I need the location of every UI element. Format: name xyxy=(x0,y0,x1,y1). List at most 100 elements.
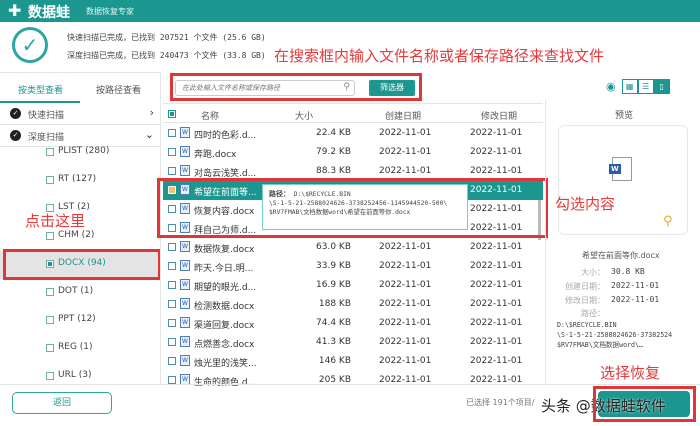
checkbox[interactable] xyxy=(46,260,54,268)
cell: 2022-11-01 xyxy=(470,356,523,366)
zoom-icon[interactable]: ⚲ xyxy=(663,214,673,229)
docx-file-icon: W xyxy=(180,203,190,214)
table-header: 名称 大小 创建日期 修改日期 xyxy=(163,103,543,123)
table-row[interactable]: W 数据恢复.docx 63.0 KB 2022-11-01 2022-11-01 xyxy=(163,238,543,257)
table-row[interactable]: W 奔跑.docx 79.2 KB 2022-11-01 2022-11-01 xyxy=(163,143,543,162)
filetype-item[interactable]: DOCX (94) xyxy=(0,251,160,279)
title-bar: ✚ 数据蛙 数据恢复专家 xyxy=(0,0,700,22)
checkbox[interactable] xyxy=(168,319,176,327)
table-row[interactable]: W 期望的眼光.d... 16.9 KB 2022-11-01 2022-11-01 xyxy=(163,276,543,295)
cell: 2022-11-01 xyxy=(379,242,432,252)
filetype-item[interactable]: DOT (1) xyxy=(0,279,160,307)
table-row[interactable]: W 检测数据.docx 188 KB 2022-11-01 2022-11-01 xyxy=(163,295,543,314)
cell: 146 KB xyxy=(318,356,351,366)
filetype-item[interactable]: PLIST (280) xyxy=(0,139,160,167)
annotation-check: 勾选内容 xyxy=(555,195,616,213)
cell: 2022-11-01 xyxy=(379,166,432,176)
cell: 数据恢复.docx xyxy=(194,245,255,255)
docx-file-icon: W xyxy=(180,317,190,328)
cell: 检测数据.docx xyxy=(194,302,255,312)
cell: 2022-11-01 xyxy=(470,242,523,252)
checkbox[interactable] xyxy=(46,288,54,296)
checkbox[interactable] xyxy=(168,205,176,213)
check-icon: ✓ xyxy=(10,108,21,119)
docx-file-icon: W xyxy=(180,222,190,233)
checkbox[interactable] xyxy=(168,281,176,289)
cell: 对岛云浅笑.d... xyxy=(194,169,257,179)
search-icon[interactable]: ⚲ xyxy=(343,82,350,92)
table-row[interactable]: W 烛光里的浅笑... 146 KB 2022-11-01 2022-11-01 xyxy=(163,352,543,371)
search-box[interactable]: ⚲ xyxy=(175,80,355,96)
detail-view-icon[interactable]: ▯ xyxy=(653,79,670,94)
grid-view-icon[interactable]: ▦ xyxy=(621,79,638,94)
select-all-checkbox[interactable] xyxy=(168,110,176,118)
checkbox[interactable] xyxy=(168,129,176,137)
filetype-item[interactable]: PPT (12) xyxy=(0,307,160,335)
col-modified[interactable]: 修改日期 xyxy=(481,109,517,122)
selection-info: 已选择 191个项目/ xyxy=(466,398,535,407)
tab-by-type[interactable]: 按类型查看 xyxy=(18,83,63,96)
checkbox[interactable] xyxy=(168,186,176,194)
annotation-click: 点击这里 xyxy=(25,212,86,230)
divider xyxy=(160,72,161,384)
cell: 2022-11-01 xyxy=(379,128,432,138)
cell: 2022-11-01 xyxy=(379,280,432,290)
checkbox[interactable] xyxy=(46,344,54,352)
checkbox[interactable] xyxy=(46,372,54,380)
checkbox[interactable] xyxy=(168,338,176,346)
eye-icon[interactable]: ◉ xyxy=(606,80,616,93)
table-row[interactable]: W 点燃善念.docx 41.3 KB 2022-11-01 2022-11-01 xyxy=(163,333,543,352)
cell: 2022-11-01 xyxy=(470,147,523,157)
watermark: 头条 @数据蛙软件 xyxy=(541,397,666,415)
scan-complete-check-icon: ✓ xyxy=(12,27,48,63)
cell: 2022-11-01 xyxy=(470,299,523,309)
filter-button[interactable]: 筛选器 xyxy=(369,80,415,96)
col-name[interactable]: 名称 xyxy=(201,109,219,122)
brand-name: 数据蛙 xyxy=(28,5,70,21)
checkbox[interactable] xyxy=(168,243,176,251)
checkbox[interactable] xyxy=(168,148,176,156)
annotation-recover: 选择恢复 xyxy=(600,364,661,382)
filetype-item[interactable]: RT (127) xyxy=(0,167,160,195)
checkbox[interactable] xyxy=(168,357,176,365)
checkbox[interactable] xyxy=(168,376,176,384)
cell: 奔跑.docx xyxy=(194,150,237,160)
quick-scan-status: 快速扫描已完成，已找到 207521 个文件 (25.6 GB) xyxy=(67,33,266,42)
docx-file-icon: W xyxy=(180,298,190,309)
cell: 74.4 KB xyxy=(316,318,351,328)
scrollbar[interactable] xyxy=(538,200,541,240)
table-row[interactable]: W 渠道回复.docx 74.4 KB 2022-11-01 2022-11-01 xyxy=(163,314,543,333)
docx-file-icon: W xyxy=(180,260,190,271)
docx-file-icon: W xyxy=(180,336,190,347)
checkbox[interactable] xyxy=(168,224,176,232)
list-view-icon[interactable]: ☰ xyxy=(637,79,654,94)
checkbox[interactable] xyxy=(168,167,176,175)
cell: 2022-11-01 xyxy=(470,204,523,214)
table-row[interactable]: W 昨天.今日.明... 33.9 KB 2022-11-01 2022-11-01 xyxy=(163,257,543,276)
cell: 2022-11-01 xyxy=(379,318,432,328)
cell: 渠道回复.docx xyxy=(194,321,255,331)
checkbox[interactable] xyxy=(46,232,54,240)
checkbox[interactable] xyxy=(46,316,54,324)
table-row[interactable]: W 四时的色彩.d... 22.4 KB 2022-11-01 2022-11-01 xyxy=(163,124,543,143)
docx-file-icon: W xyxy=(180,127,190,138)
preview-filename: 希望在前面等你.docx xyxy=(582,251,660,260)
table-row[interactable]: W 对岛云浅笑.d... 88.3 KB 2022-11-01 2022-11-01 xyxy=(163,162,543,181)
tab-by-path[interactable]: 按路径查看 xyxy=(96,83,141,96)
checkbox[interactable] xyxy=(46,148,54,156)
brand-slogan: 数据恢复专家 xyxy=(86,7,134,16)
col-created[interactable]: 创建日期 xyxy=(385,109,421,122)
cell: 79.2 KB xyxy=(316,147,351,157)
cell: 16.9 KB xyxy=(316,280,351,290)
checkbox[interactable] xyxy=(46,176,54,184)
checkbox[interactable] xyxy=(168,262,176,270)
checkbox[interactable] xyxy=(168,300,176,308)
col-size[interactable]: 大小 xyxy=(295,109,313,122)
back-button[interactable]: 返回 xyxy=(12,392,112,414)
cell: 2022-11-01 xyxy=(470,185,523,195)
search-input[interactable] xyxy=(176,81,336,95)
filetype-item[interactable]: REG (1) xyxy=(0,335,160,363)
cell: 2022-11-01 xyxy=(470,261,523,271)
group-quick-scan[interactable]: ✓ 快速扫描 › xyxy=(0,103,160,125)
cell: 2022-11-01 xyxy=(470,166,523,176)
